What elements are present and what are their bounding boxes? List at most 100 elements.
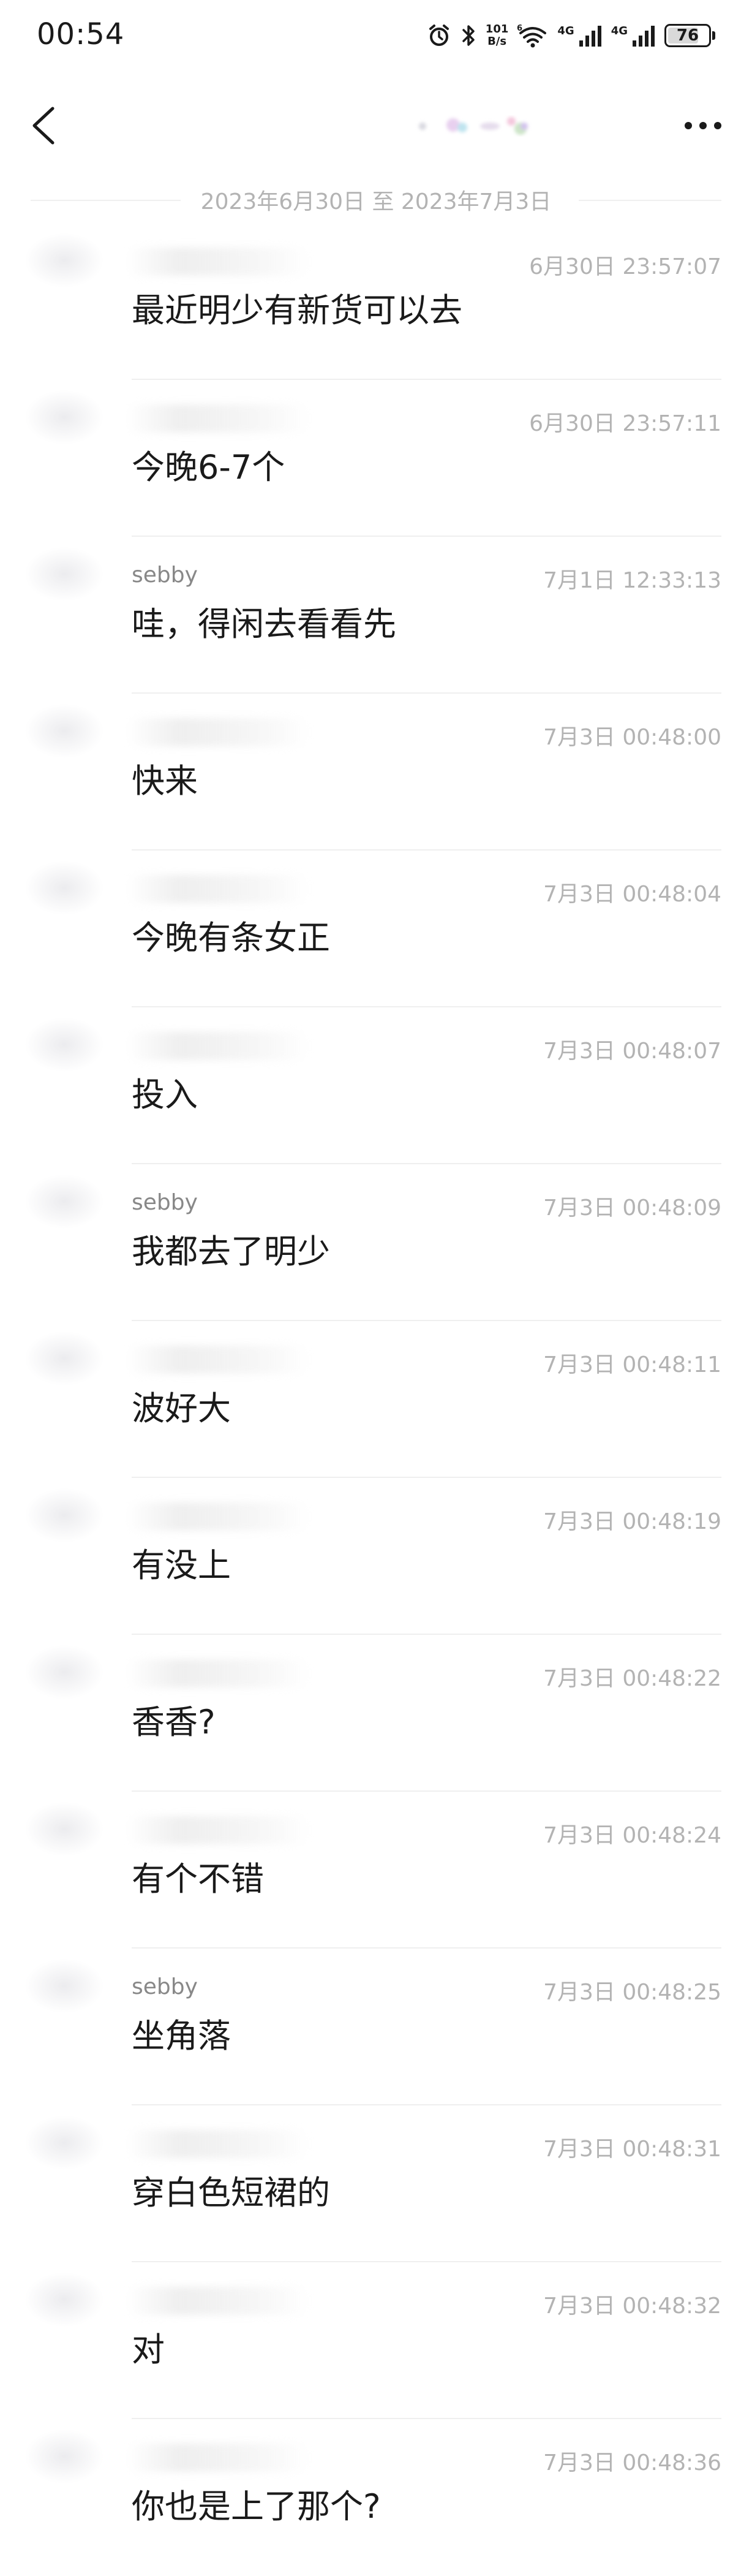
message-item[interactable]: 7月3日 00:48:22 香香?: [0, 1635, 752, 1792]
date-range-divider: 2023年6月30日 至 2023年7月3日: [0, 178, 752, 222]
message-text: 投入: [132, 1075, 198, 1114]
avatar[interactable]: [24, 390, 104, 445]
sender-obscured: [126, 1502, 309, 1531]
message-text: 今晚有条女正: [132, 919, 330, 957]
avatar[interactable]: [24, 1017, 104, 1072]
title-obscured: [404, 115, 563, 137]
message-time: 7月3日 00:48:31: [543, 2137, 721, 2162]
battery-icon: 76: [664, 24, 711, 47]
message-text: 你也是上了那个?: [132, 2487, 381, 2526]
message-time: 7月3日 00:48:04: [543, 882, 721, 907]
message-item[interactable]: 7月3日 00:48:32 对: [0, 2262, 752, 2419]
message-time: 7月3日 00:48:22: [543, 1666, 721, 1691]
sender-obscured: [126, 1346, 309, 1374]
chevron-left-icon: [32, 107, 55, 145]
message-item[interactable]: 7月3日 00:48:07 投入: [0, 1007, 752, 1164]
battery-level: 76: [676, 26, 699, 45]
sender-name: sebby: [132, 1190, 198, 1215]
message-text: 今晚6-7个: [132, 448, 285, 487]
message-text: 穿白色短裙的: [132, 2173, 330, 2212]
sender-name: sebby: [132, 563, 198, 588]
message-item[interactable]: 7月3日 00:48:00 快来: [0, 694, 752, 850]
message-text: 波好大: [132, 1389, 231, 1428]
message-time: 7月3日 00:48:25: [543, 1980, 721, 2005]
message-text: 有个不错: [132, 1860, 264, 1898]
signal-label-1: 4G: [557, 24, 574, 37]
message-item[interactable]: 7月3日 00:48:04 今晚有条女正: [0, 850, 752, 1007]
divider-line-left: [31, 200, 181, 201]
more-horizontal-icon: [685, 122, 721, 129]
message-item[interactable]: 7月3日 00:48:11 波好大: [0, 1321, 752, 1478]
back-button[interactable]: [18, 98, 67, 153]
message-item[interactable]: 7月3日 00:48:31 穿白色短裙的: [0, 2105, 752, 2262]
sender-obscured: [126, 1659, 309, 1688]
signal-icon-1: [578, 23, 603, 48]
avatar[interactable]: [24, 1488, 104, 1543]
avatar[interactable]: [24, 2272, 104, 2327]
more-options-button[interactable]: [679, 101, 728, 150]
message-text: 最近明少有新货可以去: [132, 291, 462, 330]
avatar[interactable]: [24, 2115, 104, 2170]
message-text: 我都去了明少: [132, 1232, 330, 1271]
status-time: 00:54: [37, 17, 125, 51]
message-item[interactable]: 6月30日 23:57:11 今晚6-7个: [0, 380, 752, 537]
nav-bar: [0, 74, 752, 178]
sender-obscured: [126, 404, 309, 433]
message-item[interactable]: 6月30日 23:57:07 最近明少有新货可以去: [0, 223, 752, 380]
message-item[interactable]: sebby 7月3日 00:48:25 坐角落: [0, 1949, 752, 2105]
message-text: 坐角落: [132, 2017, 231, 2055]
avatar[interactable]: [24, 703, 104, 759]
avatar[interactable]: [24, 1801, 104, 1857]
status-icons: 101 B/s 6 4G 4G 76: [427, 18, 715, 53]
message-time: 7月3日 00:48:32: [543, 2294, 721, 2319]
message-time: 7月3日 00:48:09: [543, 1195, 721, 1221]
message-text: 对: [132, 2330, 165, 2369]
avatar[interactable]: [24, 2429, 104, 2484]
message-item[interactable]: 7月3日 00:48:19 有没上: [0, 1478, 752, 1635]
message-time: 7月1日 12:33:13: [543, 568, 721, 593]
date-range-label: 2023年6月30日 至 2023年7月3日: [200, 189, 552, 214]
network-speed-unit: B/s: [487, 35, 507, 48]
message-item[interactable]: sebby 7月3日 00:48:09 我都去了明少: [0, 1164, 752, 1321]
avatar[interactable]: [24, 547, 104, 602]
signal-icon-2: [631, 23, 656, 48]
message-text: 香香?: [132, 1703, 216, 1741]
message-list[interactable]: 6月30日 23:57:07 最近明少有新货可以去 6月30日 23:57:11…: [0, 223, 752, 2576]
wifi-icon: 6: [517, 23, 549, 48]
message-item[interactable]: 7月3日 00:48:36 你也是上了那个?: [0, 2419, 752, 2576]
sender-obscured: [126, 2444, 309, 2472]
network-speed: 101 B/s: [486, 23, 509, 48]
sender-name: sebby: [132, 1974, 198, 1999]
avatar[interactable]: [24, 1645, 104, 1700]
message-time: 7月3日 00:48:19: [543, 1509, 721, 1534]
battery-nub: [712, 31, 715, 40]
bluetooth-icon: [460, 23, 477, 48]
divider-line-right: [579, 200, 721, 201]
message-item[interactable]: sebby 7月1日 12:33:13 哇，得闲去看看先: [0, 537, 752, 694]
message-time: 7月3日 00:48:11: [543, 1352, 721, 1377]
avatar[interactable]: [24, 860, 104, 915]
message-time: 6月30日 23:57:07: [529, 254, 721, 279]
message-text: 有没上: [132, 1546, 231, 1585]
sender-obscured: [126, 248, 309, 276]
sender-obscured: [126, 875, 309, 903]
avatar[interactable]: [24, 1174, 104, 1229]
sender-obscured: [126, 1032, 309, 1060]
network-speed-value: 101: [485, 23, 509, 36]
sender-obscured: [126, 2130, 309, 2158]
message-time: 6月30日 23:57:11: [529, 411, 721, 436]
message-time: 7月3日 00:48:36: [543, 2450, 721, 2476]
avatar[interactable]: [24, 1331, 104, 1386]
status-bar: 00:54 101 B/s 6 4G 4G 76: [0, 0, 752, 74]
message-time: 7月3日 00:48:07: [543, 1039, 721, 1064]
avatar[interactable]: [24, 233, 104, 288]
message-time: 7月3日 00:48:24: [543, 1823, 721, 1848]
alarm-icon: [427, 23, 451, 48]
sender-obscured: [126, 1816, 309, 1844]
sender-obscured: [126, 2287, 309, 2315]
message-time: 7月3日 00:48:00: [543, 725, 721, 750]
sender-obscured: [126, 718, 309, 746]
message-text: 哇，得闲去看看先: [132, 605, 396, 643]
avatar[interactable]: [24, 1958, 104, 2013]
message-item[interactable]: 7月3日 00:48:24 有个不错: [0, 1792, 752, 1949]
